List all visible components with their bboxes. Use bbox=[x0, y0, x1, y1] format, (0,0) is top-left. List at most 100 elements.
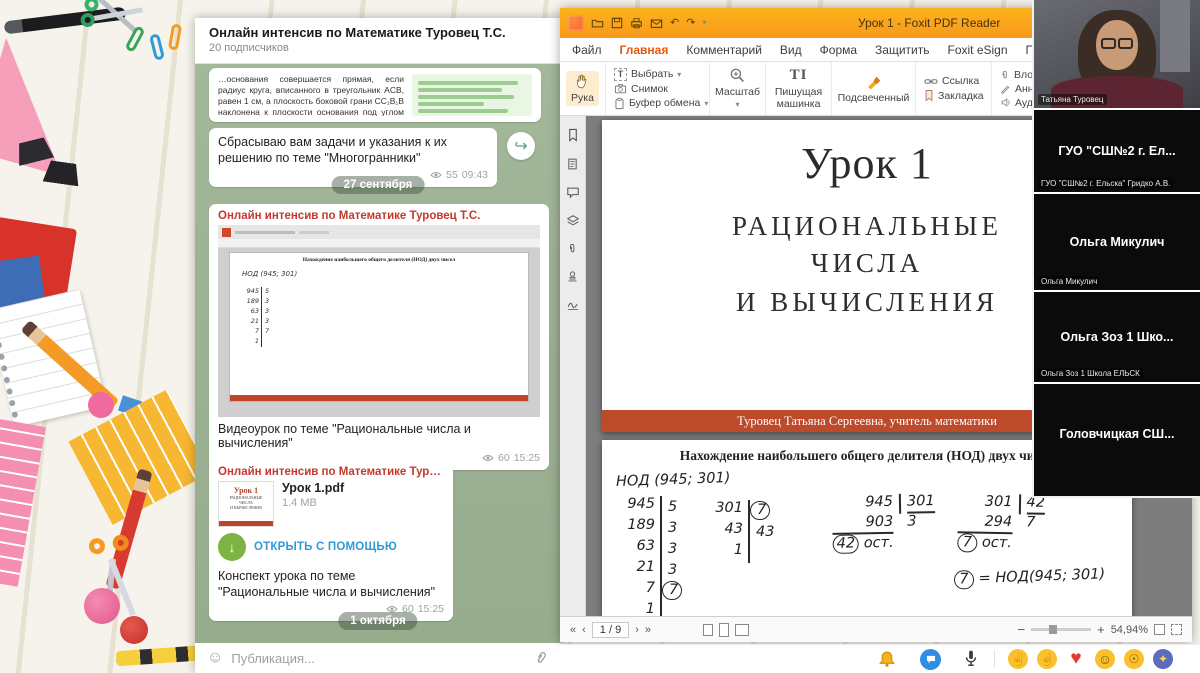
redo-icon[interactable]: ↷ bbox=[686, 18, 695, 29]
save-icon[interactable] bbox=[611, 17, 623, 29]
bookmarks-panel-icon[interactable] bbox=[567, 128, 579, 142]
menu-view[interactable]: Вид bbox=[780, 43, 802, 57]
desk-paperclip-orange bbox=[168, 23, 182, 50]
page-indicator[interactable]: 1 / 9 bbox=[592, 622, 629, 638]
hand-tool-button[interactable]: Рука bbox=[566, 71, 599, 106]
desk-scissors-top bbox=[78, 0, 157, 48]
participant-glasses bbox=[1101, 38, 1133, 49]
attach-paperclip-icon[interactable] bbox=[531, 647, 552, 669]
channel-subscribers: 20 подписчиков bbox=[209, 42, 547, 54]
zoom-participants-panel: Татьяна Туровец ГУО "СШ№2 г. Ел... ГУО "… bbox=[1032, 0, 1200, 498]
zoom-button[interactable]: Масштаб ▾ bbox=[714, 67, 761, 110]
highlighter-icon bbox=[865, 73, 882, 90]
participant-name-label: Татьяна Туровец bbox=[1038, 94, 1107, 105]
open-folder-icon[interactable] bbox=[591, 17, 604, 29]
fit-width-icon[interactable] bbox=[1154, 624, 1165, 635]
window-title: Урок 1 - Foxit PDF Reader bbox=[858, 16, 1000, 30]
comments-panel-icon[interactable] bbox=[566, 186, 580, 199]
menu-protect[interactable]: Защитить bbox=[875, 43, 929, 57]
participant-tile[interactable]: Ольга Микулич Ольга Микулич bbox=[1034, 194, 1200, 292]
open-with-button[interactable]: ОТКРЫТЬ С ПОМОЩЬЮ bbox=[254, 541, 397, 553]
menu-comment[interactable]: Комментарий bbox=[686, 43, 762, 57]
signature-panel-icon[interactable] bbox=[566, 298, 580, 311]
message-channel-name[interactable]: Онлайн интенсив по Математике Туровец Т.… bbox=[218, 210, 540, 222]
desk-pompom-pink bbox=[84, 588, 120, 624]
zoom-slider[interactable] bbox=[1031, 628, 1091, 631]
continuous-view-icon[interactable] bbox=[719, 623, 729, 637]
channel-header[interactable]: Онлайн интенсив по Математике Туровец Т.… bbox=[195, 18, 561, 64]
zoom-level[interactable]: 54,94% bbox=[1111, 624, 1148, 636]
post-input[interactable] bbox=[231, 651, 526, 666]
message-channel-name[interactable]: Онлайн интенсив по Математике Туровец Т.… bbox=[218, 466, 444, 478]
select-tool-button[interactable]: ТВыбрать▾ bbox=[614, 68, 681, 81]
heart-reaction[interactable]: ♥ bbox=[1066, 649, 1086, 669]
magnifier-plus-icon bbox=[729, 67, 746, 84]
participant-tile[interactable]: Головчицкая СШ... bbox=[1034, 384, 1200, 484]
bookmark-button[interactable]: Закладка bbox=[924, 89, 984, 102]
participant-tile[interactable]: ГУО "СШ№2 г. Ел... ГУО "СШ№2 г. Ельска" … bbox=[1034, 110, 1200, 194]
nod-label: НОД (945; 301) bbox=[616, 470, 731, 490]
slide-title: Нахождение наибольшего общего делителя (… bbox=[230, 257, 528, 263]
last-page-button[interactable]: » bbox=[645, 624, 651, 636]
clipboard-icon bbox=[614, 97, 625, 110]
surprise-reaction[interactable]: ☉ bbox=[1124, 649, 1144, 669]
camera-icon bbox=[614, 83, 627, 94]
participant-video-tile[interactable]: Татьяна Туровец bbox=[1034, 0, 1200, 110]
fullscreen-icon[interactable] bbox=[1171, 624, 1182, 635]
attachments-panel-icon[interactable] bbox=[567, 242, 578, 255]
bottom-toolbar: ✌ ☝ ♥ ☺ ☉ ✦ bbox=[560, 644, 1200, 673]
mail-icon[interactable] bbox=[650, 18, 663, 29]
print-icon[interactable] bbox=[630, 17, 643, 29]
date-chip[interactable]: 27 сентября bbox=[332, 176, 425, 194]
smile-reaction[interactable]: ☺ bbox=[1095, 649, 1115, 669]
link-button[interactable]: Ссылка bbox=[924, 75, 979, 87]
speaker-icon bbox=[1000, 97, 1011, 108]
desk-pink-ruler bbox=[0, 419, 46, 587]
slide-screenshot[interactable]: Нахождение наибольшего общего делителя (… bbox=[218, 225, 540, 417]
share-button[interactable]: ↪ bbox=[507, 132, 535, 160]
link-bookmark-group: Ссылка Закладка bbox=[916, 62, 992, 115]
undo-icon[interactable]: ↶ bbox=[670, 18, 679, 29]
foxit-logo-icon bbox=[568, 15, 584, 31]
download-button[interactable]: ↓ bbox=[218, 533, 246, 561]
party-reaction[interactable]: ✦ bbox=[1153, 649, 1173, 669]
highlight-button[interactable]: Подсвеченный bbox=[838, 73, 910, 104]
slide-nod-label: НОД (945; 301) bbox=[242, 270, 297, 278]
message-tasks-text: Сбрасываю вам задачи и указания к их реш… bbox=[218, 134, 488, 167]
menu-file[interactable]: Файл bbox=[572, 43, 602, 57]
views-eye-icon bbox=[482, 454, 494, 462]
views-eye-icon bbox=[430, 171, 442, 179]
snapshot-button[interactable]: Снимок bbox=[614, 83, 668, 95]
clap-reaction[interactable]: ✌ bbox=[1008, 649, 1028, 669]
single-page-view-icon[interactable] bbox=[703, 624, 713, 636]
layers-panel-icon[interactable] bbox=[566, 214, 580, 227]
pages-panel-icon[interactable] bbox=[566, 157, 579, 171]
slide-factorization: 9455 1893 633 213 77 1 bbox=[244, 287, 269, 347]
stamp-panel-icon[interactable] bbox=[566, 270, 579, 283]
zoom-in-button[interactable]: + bbox=[1097, 622, 1105, 637]
thumbs-up-reaction[interactable]: ☝ bbox=[1037, 649, 1057, 669]
prev-page-button[interactable]: ‹ bbox=[582, 624, 586, 636]
clipboard-button[interactable]: Буфер обмена▾ bbox=[614, 97, 708, 110]
first-page-button[interactable]: « bbox=[570, 624, 576, 636]
emoji-icon[interactable]: ☺ bbox=[207, 649, 223, 667]
typewriter-button[interactable]: TI Пишущая машинка bbox=[770, 67, 828, 110]
microphone-button[interactable] bbox=[962, 649, 980, 668]
date-chip[interactable]: 1 октября bbox=[338, 612, 417, 630]
participant-tile[interactable]: Ольга Зоз 1 Шко... Ольга Зоз 1 Школа ЕЛЬ… bbox=[1034, 292, 1200, 384]
file-thumbnail[interactable]: Урок 1 РАЦИОНАЛЬНЫЕ ЧИСЛА И ВЫЧИСЛЕНИЯ bbox=[218, 481, 274, 527]
facing-view-icon[interactable] bbox=[735, 624, 749, 636]
menu-esign[interactable]: Foxit eSign bbox=[948, 43, 1008, 57]
quick-access-dropdown-icon[interactable]: ▾ bbox=[702, 19, 706, 27]
pen-icon bbox=[1000, 83, 1011, 94]
chat-button[interactable] bbox=[920, 649, 941, 670]
file-name[interactable]: Урок 1.pdf bbox=[282, 481, 344, 495]
notification-bell-button[interactable] bbox=[878, 650, 896, 668]
next-page-button[interactable]: › bbox=[635, 624, 639, 636]
zoom-slider-knob[interactable] bbox=[1049, 625, 1057, 634]
menu-home[interactable]: Главная bbox=[620, 43, 669, 57]
factorization-945: 9455 1893 633 213 77 1 bbox=[618, 496, 682, 616]
navigation-sidebar bbox=[560, 116, 586, 616]
menu-form[interactable]: Форма bbox=[820, 43, 857, 57]
zoom-out-button[interactable]: − bbox=[1018, 622, 1026, 637]
